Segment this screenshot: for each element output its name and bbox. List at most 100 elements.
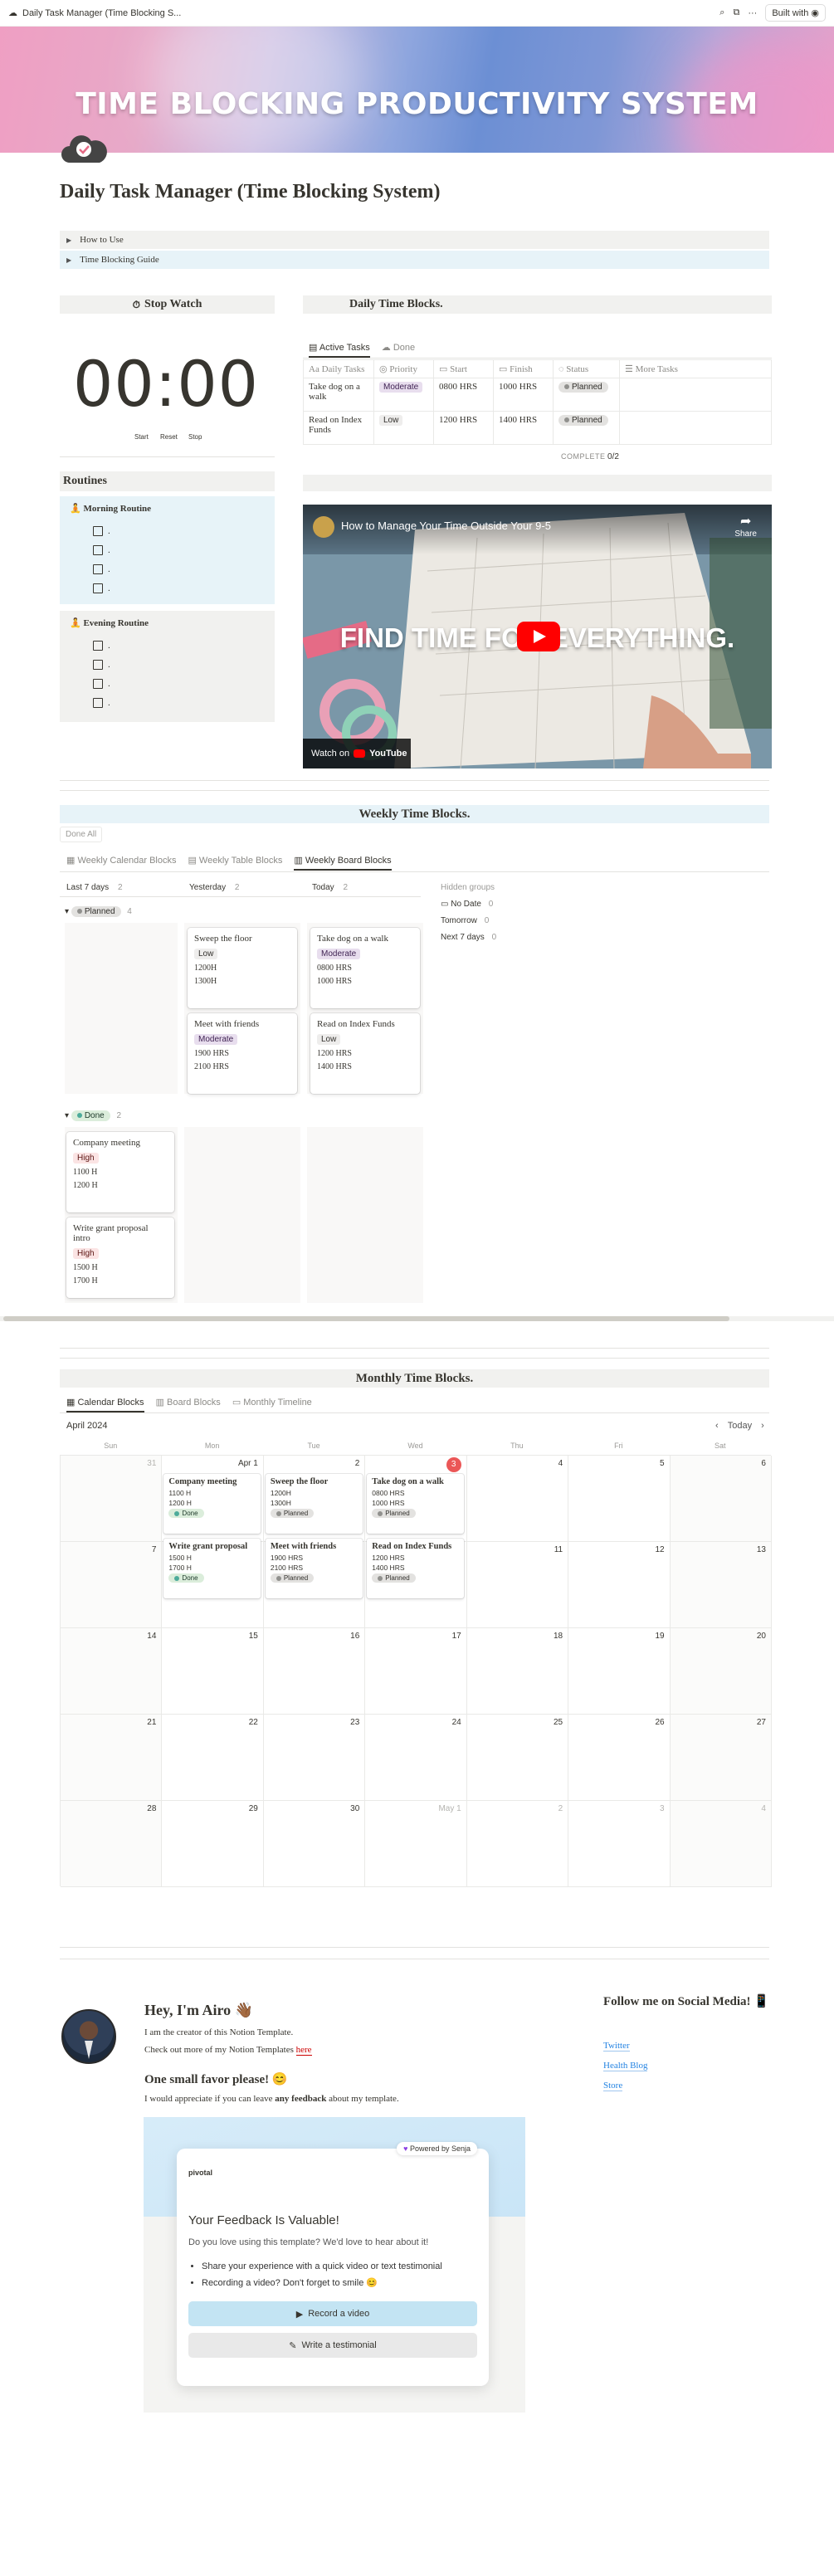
calendar-day[interactable]: 11	[466, 1542, 569, 1628]
calendar-day[interactable]: 5	[568, 1456, 671, 1542]
health-blog-link[interactable]: Health Blog	[603, 2061, 648, 2071]
templates-link[interactable]: here	[295, 2045, 312, 2056]
calendar-day[interactable]: 16	[263, 1628, 366, 1715]
calendar-day[interactable]: May 1	[365, 1801, 467, 1887]
horizontal-scrollbar-track[interactable]	[0, 1316, 834, 1321]
event-finish: 1000 HRS	[372, 1499, 405, 1507]
calendar-grid: 31Apr 1234567891011121314151617181920212…	[60, 1455, 772, 1887]
social-links: Twitter Health Blog Store	[603, 2036, 648, 2095]
calendar-day[interactable]: 30	[263, 1801, 366, 1887]
calendar-day[interactable]: 19	[568, 1628, 671, 1715]
page-title: Daily Task Manager (Time Blocking System…	[60, 181, 441, 202]
youtube-embed[interactable]: How to Manage Your Time Outside Your 9-5…	[303, 505, 772, 768]
checkbox-item[interactable]: .	[60, 674, 275, 693]
chevron-left-icon[interactable]: ‹	[715, 1421, 719, 1431]
checkbox-item[interactable]: .	[60, 578, 275, 598]
hidden-group-next7[interactable]: Next 7 days 0	[441, 933, 496, 942]
watch-on-youtube[interactable]: Watch on YouTube	[303, 739, 411, 768]
calendar-day[interactable]: 15	[162, 1628, 264, 1715]
tab-weekly-table[interactable]: ▤ Weekly Table Blocks	[188, 855, 282, 871]
tab-weekly-calendar[interactable]: ▦ Weekly Calendar Blocks	[66, 855, 176, 871]
stopwatch-reset-button[interactable]: Reset	[160, 433, 178, 441]
calendar-day[interactable]: 20	[670, 1628, 772, 1715]
today-button[interactable]: Today	[728, 1421, 752, 1431]
checkbox-item[interactable]: .	[60, 655, 275, 674]
tab-done[interactable]: ☁ Done	[382, 342, 415, 358]
stopwatch-stop-button[interactable]: Stop	[188, 433, 202, 441]
calendar-day[interactable]: 14	[61, 1628, 163, 1715]
search-icon[interactable]: ⌕	[719, 7, 724, 18]
store-link[interactable]: Store	[603, 2081, 623, 2091]
calendar-day[interactable]: 6	[670, 1456, 772, 1542]
calendar-event-card[interactable]: Company meeting 1100 H 1200 H Done	[163, 1474, 261, 1534]
calendar-day[interactable]: 4	[466, 1456, 569, 1542]
calendar-day[interactable]: 2	[466, 1801, 569, 1887]
board-card[interactable]: Read on Index Funds Low 1200 HRS 1400 HR…	[310, 1013, 420, 1094]
hidden-group-no-date[interactable]: ▭ No Date 0	[441, 900, 496, 909]
calendar-day[interactable]: 25	[466, 1715, 569, 1801]
group-done-header[interactable]: ▾ Done 2	[65, 1110, 121, 1121]
calendar-event-card[interactable]: Take dog on a walk 0800 HRS 1000 HRS Planne…	[367, 1474, 465, 1534]
calendar-event-card[interactable]: Sweep the floor 1200H 1300H Planned	[265, 1474, 363, 1534]
board-card[interactable]: Write grant proposal intro High 1500 H 1…	[66, 1217, 174, 1298]
calendar-day[interactable]: 23	[263, 1715, 366, 1801]
twitter-link[interactable]: Twitter	[603, 2041, 630, 2052]
calendar-event-card[interactable]: Meet with friends 1900 HRS 2100 HRS Planned	[265, 1539, 363, 1598]
chevron-right-icon[interactable]: ›	[761, 1421, 764, 1431]
calendar-event-card[interactable]: Write grant proposal 1500 H 1700 H Done	[163, 1539, 261, 1598]
calendar-day[interactable]: 31	[61, 1456, 163, 1542]
board-card[interactable]: Meet with friends Moderate 1900 HRS 2100…	[188, 1013, 297, 1094]
tab-monthly-timeline[interactable]: ▭ Monthly Timeline	[232, 1397, 312, 1412]
duplicate-icon[interactable]: ⧉	[733, 7, 739, 18]
tab-weekly-board[interactable]: ▥ Weekly Board Blocks	[294, 855, 392, 871]
horizontal-scrollbar-thumb[interactable]	[3, 1316, 729, 1321]
calendar-day[interactable]: 21	[61, 1715, 163, 1801]
board-card[interactable]: Take dog on a walk Moderate 0800 HRS 100…	[310, 928, 420, 1008]
checkbox-item[interactable]: .	[60, 521, 275, 540]
more-icon[interactable]: ···	[748, 8, 757, 18]
calendar-day[interactable]: 3	[568, 1801, 671, 1887]
calendar-event-card[interactable]: Read on Index Funds 1200 HRS 1400 HRS Plann…	[367, 1539, 465, 1598]
calendar-day[interactable]: 7	[61, 1542, 163, 1628]
calendar-day[interactable]: 29	[162, 1801, 264, 1887]
calendar-day[interactable]: 22	[162, 1715, 264, 1801]
table-row[interactable]: Read on Index Funds Low 1200 HRS 1400 HR…	[303, 411, 772, 445]
checkbox-item[interactable]: .	[60, 636, 275, 655]
calendar-day[interactable]: 17	[365, 1628, 467, 1715]
calendar-day[interactable]: 18	[466, 1628, 569, 1715]
checkbox-item[interactable]: .	[60, 540, 275, 559]
day-number: 11	[554, 1545, 563, 1554]
calendar-day[interactable]: 27	[670, 1715, 772, 1801]
write-testimonial-button[interactable]: ✎ Write a testimonial	[188, 2333, 477, 2358]
share-button[interactable]: ➦ Share	[734, 513, 757, 539]
table-row[interactable]: Take dog on a walk Moderate 0800 HRS 100…	[303, 378, 772, 412]
play-button[interactable]	[517, 622, 560, 651]
checkbox-item[interactable]: .	[60, 559, 275, 578]
calendar-day[interactable]: 13	[670, 1542, 772, 1628]
tab-calendar-blocks[interactable]: ▦ Calendar Blocks	[66, 1397, 144, 1412]
tab-board-blocks[interactable]: ▥ Board Blocks	[156, 1397, 221, 1412]
toggle-time-blocking-guide[interactable]: ▶ Time Blocking Guide	[60, 251, 769, 269]
toggle-how-to-use[interactable]: ▶ How to Use	[60, 231, 769, 249]
done-all-button[interactable]: Done All	[60, 827, 103, 842]
board-card[interactable]: Company meeting High 1100 H 1200 H	[66, 1132, 174, 1212]
calendar-day[interactable]: 24	[365, 1715, 467, 1801]
routines-header: Routines	[60, 471, 275, 491]
powered-by-senja[interactable]: ♥ Powered by Senja	[397, 2142, 477, 2155]
checkbox-item[interactable]: .	[60, 693, 275, 712]
calendar-day[interactable]: 26	[568, 1715, 671, 1801]
stopwatch-start-button[interactable]: Start	[134, 433, 149, 441]
group-planned-header[interactable]: ▾ Planned 4	[65, 906, 132, 917]
meditation-icon: 🧘	[70, 618, 81, 628]
board-card[interactable]: Sweep the floor Low 1200H 1300H	[188, 928, 297, 1008]
tab-active-tasks[interactable]: ▤ Active Tasks	[309, 342, 370, 358]
calendar-day[interactable]: 4	[670, 1801, 772, 1887]
calendar-day[interactable]: 12	[568, 1542, 671, 1628]
built-with-button[interactable]: Built with ◉	[765, 4, 826, 22]
event-status: Planned	[270, 1573, 315, 1583]
col-start: ▭ Start	[433, 359, 494, 378]
calendar-day[interactable]: 28	[61, 1801, 163, 1887]
hidden-group-tomorrow[interactable]: Tomorrow 0	[441, 916, 496, 925]
record-video-button[interactable]: ▶ Record a video	[188, 2301, 477, 2326]
evening-routine-callout: 🧘 Evening Routine . . . .	[60, 611, 275, 722]
